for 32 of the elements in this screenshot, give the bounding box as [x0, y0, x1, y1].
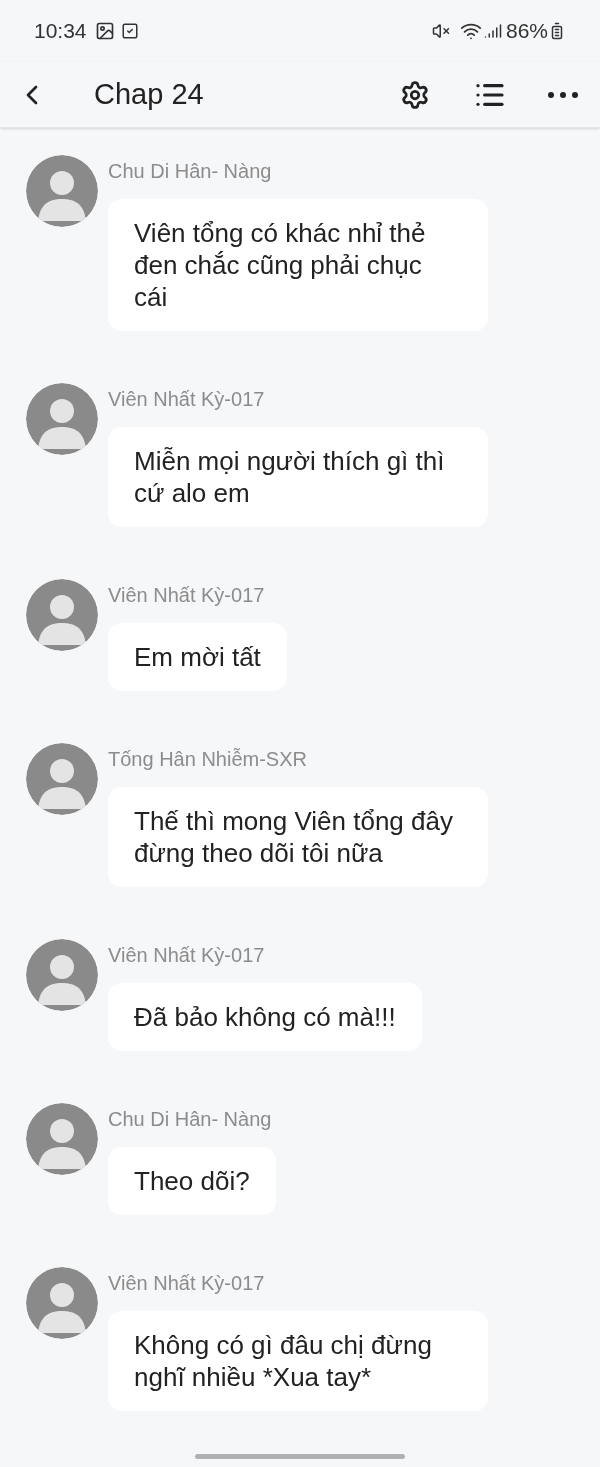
- author-name: Chu Di Hân- Nàng: [108, 159, 272, 184]
- avatar: [26, 579, 98, 651]
- avatar: [26, 383, 98, 455]
- author-name: Viên Nhất Kỳ-017: [108, 943, 265, 968]
- status-time: 10:34: [34, 18, 87, 45]
- message-bubble: Không có gì đâu chị đừng nghĩ nhiều *Xua tay*: [108, 1311, 488, 1411]
- message-bubble: Thế thì mong Viên tổng đây đừng theo dõi tôi nữa: [108, 787, 488, 887]
- avatar: [26, 939, 98, 1011]
- message-bubble: Đã bảo không có mà!!!: [108, 983, 422, 1051]
- avatar: [26, 1103, 98, 1175]
- more-button[interactable]: [548, 91, 578, 98]
- avatar: [26, 155, 98, 227]
- author-name: Chu Di Hân- Nàng: [108, 1107, 272, 1132]
- chapter-title: Chap 24: [94, 76, 204, 112]
- more-icon: [548, 91, 578, 98]
- author-name: Viên Nhất Kỳ-017: [108, 1271, 265, 1296]
- checkbox-icon: [120, 22, 139, 40]
- battery-percent: 86%: [505, 18, 548, 45]
- message-bubble: Theo dõi?: [108, 1147, 276, 1215]
- settings-icon: [400, 79, 430, 110]
- mute-icon: [431, 22, 450, 40]
- signal-icon: [483, 22, 502, 40]
- message-bubble: Em mời tất: [108, 623, 287, 691]
- avatar: [26, 1267, 98, 1339]
- author-name: Tống Hân Nhiễm-SXR: [108, 747, 307, 772]
- avatar: [26, 743, 98, 815]
- settings-button[interactable]: [400, 79, 430, 110]
- image-icon: [94, 21, 115, 41]
- message-bubble: Miễn mọi người thích gì thì cứ alo em: [108, 427, 488, 527]
- author-name: Viên Nhất Kỳ-017: [108, 387, 265, 412]
- message-bubble: Viên tổng có khác nhỉ thẻ đen chắc cũng phải chục cái: [108, 199, 488, 331]
- author-name: Viên Nhất Kỳ-017: [108, 583, 265, 608]
